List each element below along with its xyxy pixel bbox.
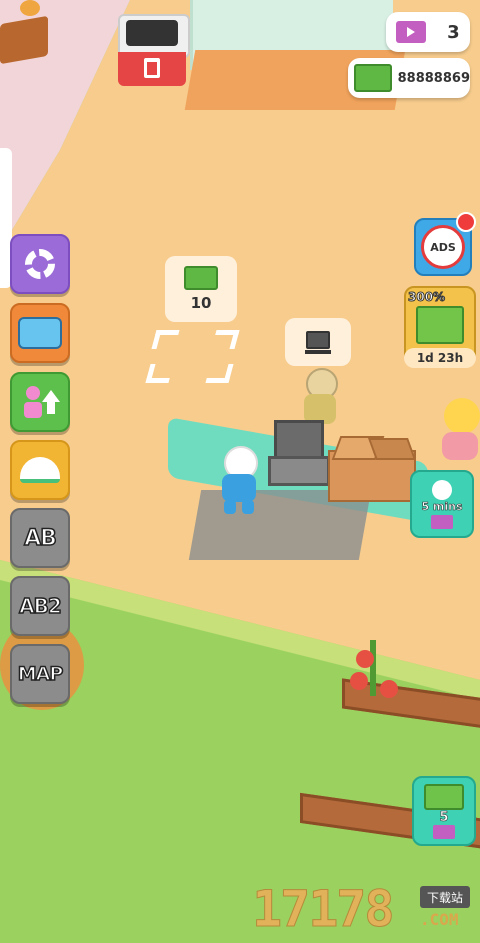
map-button[interactable]: MAP (10, 644, 70, 704)
placement-marker[interactable] (145, 326, 240, 386)
customer-npc (438, 398, 480, 478)
speed-timer: 5 mins (421, 499, 463, 513)
map-label: MAP (17, 662, 64, 686)
cash-counter: 88888869 (348, 58, 470, 98)
boost-timer-pill: 1d 23h (404, 348, 476, 368)
speed-boost-offer[interactable]: 5 mins (410, 470, 474, 538)
plant-pot (0, 15, 48, 65)
gear-icon (25, 249, 55, 279)
plant-leaves (20, 0, 40, 16)
trash-icon (144, 58, 160, 78)
watermark-digits: 17178 (252, 880, 396, 939)
tomato-plant (350, 640, 400, 700)
upgrade-cost-tag[interactable]: 10 (165, 256, 237, 322)
cash-register (268, 420, 330, 486)
cash-stack-offer[interactable]: 5 (412, 776, 476, 846)
ticket-icon (396, 21, 427, 43)
ab-label: AB (23, 525, 57, 552)
ab2-button[interactable]: AB2 (10, 576, 70, 636)
player-character (216, 446, 260, 516)
cashier-npc (300, 368, 340, 428)
ads-label: ADS (430, 240, 456, 254)
boost-percent: 300% (407, 290, 446, 305)
cash-amount: 88888869 (397, 70, 470, 86)
van-icon (18, 317, 62, 349)
watermark-domain: .COM (420, 910, 459, 929)
cardboard-box (328, 436, 417, 502)
stack-count: 5 (439, 809, 449, 825)
register-tag (285, 318, 351, 366)
cap-skin-button[interactable] (10, 440, 70, 500)
staff-upgrade-button[interactable] (10, 372, 70, 432)
settings-button[interactable] (10, 234, 70, 294)
ticket-count: 3 (447, 21, 460, 43)
watermark-site-cn: 下载站 (426, 890, 463, 905)
cash-icon (354, 64, 392, 92)
staff-upgrade-icon (20, 382, 60, 422)
video-ticket-icon (431, 514, 453, 529)
cap-icon (20, 457, 60, 483)
running-speed-icon (432, 479, 452, 500)
cash-boost-icon (416, 306, 464, 344)
no-ads-icon: ADS (421, 225, 465, 269)
ab-button[interactable]: AB (10, 508, 70, 568)
ab2-label: AB2 (18, 593, 62, 619)
cash-boost-offer[interactable]: 300% 1d 23h (404, 286, 476, 368)
money-stack-icon (424, 783, 464, 810)
laptop-icon (306, 330, 330, 349)
boost-timer: 1d 23h (416, 351, 464, 365)
upgrade-cost-value: 10 (190, 294, 212, 312)
video-ticket-icon (433, 824, 455, 839)
ticket-counter: 3 (386, 12, 470, 52)
notification-dot (456, 212, 476, 232)
watermark-badge: 下载站 (420, 886, 470, 908)
trash-bin[interactable] (118, 14, 190, 86)
cash-stack-icon (184, 266, 218, 290)
delivery-van-button[interactable] (10, 303, 70, 363)
